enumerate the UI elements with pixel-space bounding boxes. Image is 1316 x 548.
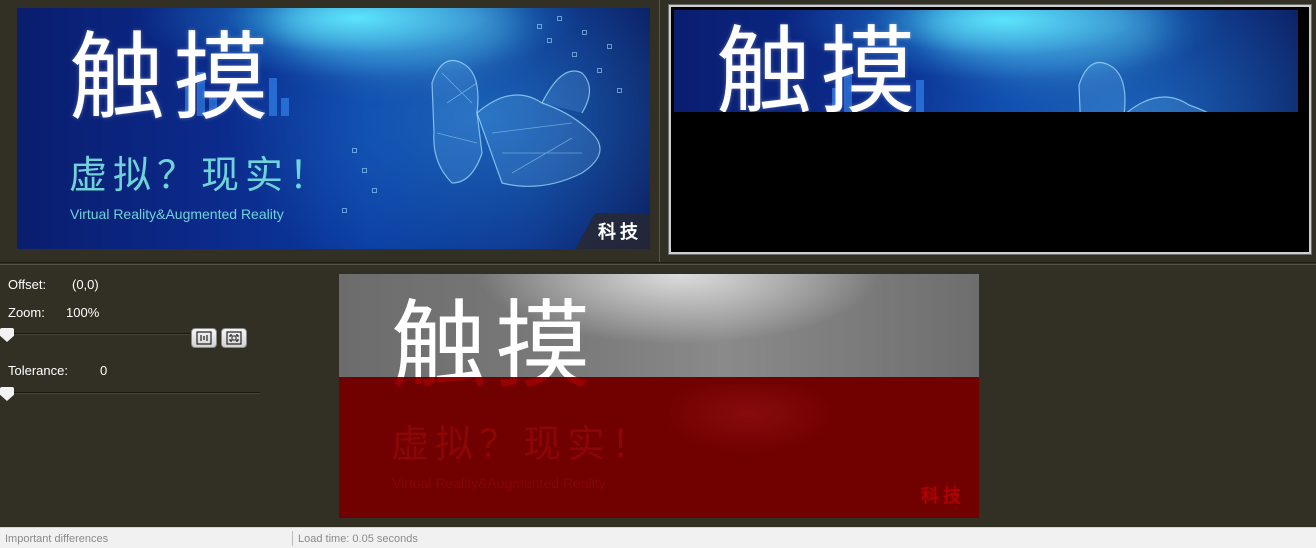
banner-subtitle-en: Virtual Reality&Augmented Reality bbox=[70, 206, 284, 222]
banner-tag: 科技 bbox=[575, 213, 650, 249]
fit-to-window-icon bbox=[226, 331, 242, 345]
tolerance-label: Tolerance: bbox=[8, 363, 68, 378]
status-load-time: Load time: 0.05 seconds bbox=[298, 533, 418, 545]
controls-panel: Offset: (0,0) Zoom: 100% Tolerance: 0 bbox=[0, 266, 330, 526]
diff-subtitle-en: Virtual Reality&Augmented Reality bbox=[392, 475, 606, 491]
banner-image-cropped: 触摸 bbox=[674, 10, 1298, 112]
right-image-pane[interactable]: 触摸 bbox=[668, 4, 1312, 255]
tolerance-slider-track[interactable] bbox=[6, 392, 260, 394]
diff-title-highlighted: 触摸 bbox=[391, 377, 599, 394]
banner-title: 触摸 bbox=[69, 22, 277, 134]
zoom-label: Zoom: bbox=[8, 305, 45, 320]
horizontal-divider[interactable] bbox=[0, 262, 1316, 263]
tolerance-value: 0 bbox=[100, 363, 108, 378]
offset-row: Offset: (0,0) bbox=[8, 277, 99, 292]
status-separator bbox=[292, 531, 293, 546]
actual-size-button[interactable] bbox=[191, 328, 217, 348]
tolerance-row: Tolerance: 0 bbox=[8, 363, 107, 378]
zoom-slider-track[interactable] bbox=[6, 333, 190, 335]
fit-to-window-button[interactable] bbox=[221, 328, 247, 348]
wireframe-hand-graphic bbox=[1078, 61, 1208, 112]
offset-label: Offset: bbox=[8, 277, 47, 292]
zoom-slider-thumb[interactable] bbox=[0, 328, 14, 342]
zoom-row: Zoom: 100% bbox=[8, 305, 99, 320]
diff-image-pane[interactable]: 触摸 触摸 虚拟？现实！ Virtual Reality&Augmented R… bbox=[339, 274, 979, 518]
diff-title: 触摸 bbox=[391, 290, 599, 377]
missing-image-area bbox=[674, 112, 1308, 250]
tolerance-slider-thumb[interactable] bbox=[0, 387, 14, 401]
diff-tag: 科技 bbox=[921, 486, 965, 506]
right-image-visible-part: 触摸 bbox=[674, 10, 1308, 112]
status-bar: Important differences Load time: 0.05 se… bbox=[0, 527, 1316, 548]
banner-title: 触摸 bbox=[716, 16, 924, 112]
offset-value: (0,0) bbox=[72, 277, 99, 292]
left-image-pane[interactable]: 触摸 虚拟？现实！ Virtual Reality&Augmented Real… bbox=[17, 8, 650, 249]
wireframe-hand-graphic bbox=[431, 59, 601, 187]
banner-subtitle-cn: 虚拟？现实！ bbox=[69, 153, 334, 197]
zoom-value: 100% bbox=[66, 305, 100, 320]
status-mode: Important differences bbox=[5, 533, 109, 545]
image-compare-top-area: 触摸 虚拟？现实！ Virtual Reality&Augmented Real… bbox=[0, 0, 1316, 262]
banner-image: 触摸 虚拟？现实！ Virtual Reality&Augmented Real… bbox=[17, 8, 650, 249]
vertical-divider[interactable] bbox=[659, 0, 660, 262]
diff-subtitle-cn: 虚拟？现实！ bbox=[391, 422, 656, 466]
actual-size-icon bbox=[196, 331, 212, 345]
